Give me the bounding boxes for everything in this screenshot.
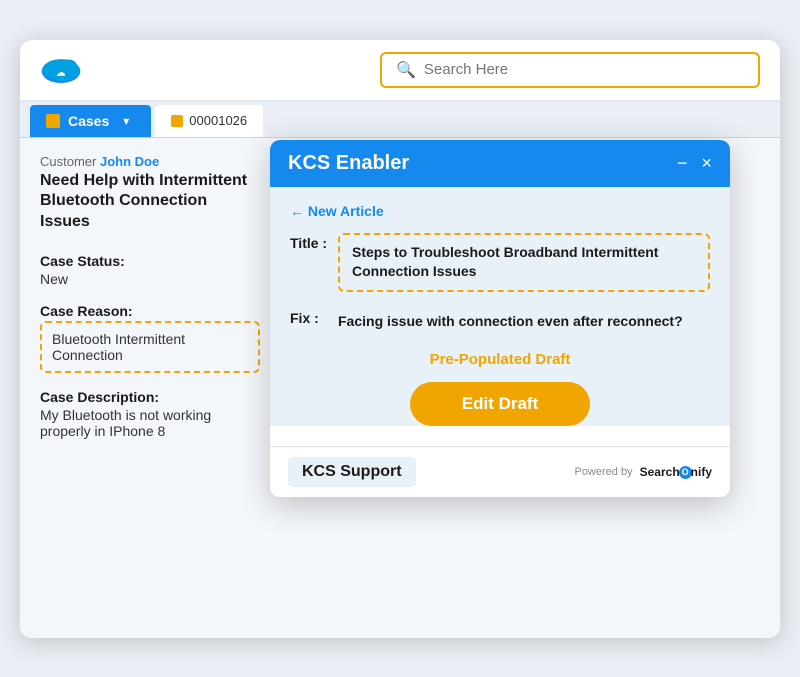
tab-bar: Cases ▾ 00001026 [20, 101, 780, 138]
kcs-modal-title: KCS Enabler [288, 152, 409, 175]
case-status-label: Case Status: [40, 253, 260, 269]
cases-tab-icon [46, 114, 60, 128]
main-window: ☁ 🔍 Cases ▾ 00001026 Customer John Doe N… [20, 40, 780, 638]
back-link-label: ← New Article [290, 203, 384, 219]
case-reason-label: Case Reason: [40, 303, 260, 319]
kcs-fix-value: Facing issue with connection even after … [338, 308, 710, 336]
kcs-modal-footer: KCS Support Powered by SearchOnify [270, 446, 730, 497]
left-panel: Customer John Doe Need Help with Intermi… [40, 154, 280, 622]
case-status-value: New [40, 271, 260, 287]
customer-label-text: Customer [40, 154, 96, 169]
kcs-modal-header: KCS Enabler − × [270, 140, 730, 187]
kcs-modal-body: ← New Article Title : Steps to Troublesh… [270, 187, 730, 427]
kcs-title-field-row: Title : Steps to Troubleshoot Broadband … [290, 233, 710, 292]
edit-draft-button[interactable]: Edit Draft [410, 382, 590, 426]
search-icon: 🔍 [396, 60, 416, 80]
brand-search: Search [640, 465, 680, 479]
svg-text:☁: ☁ [56, 67, 65, 77]
case-number-icon [171, 115, 183, 127]
kcs-title-value: Steps to Troubleshoot Broadband Intermit… [338, 233, 710, 292]
search-bar[interactable]: 🔍 [380, 52, 760, 88]
tab-case-number[interactable]: 00001026 [155, 105, 263, 137]
kcs-close-button[interactable]: × [701, 154, 712, 172]
customer-label: Customer John Doe [40, 154, 260, 169]
case-description-label: Case Description: [40, 389, 260, 405]
cases-tab-dropdown[interactable]: ▾ [117, 114, 135, 128]
search-input[interactable] [424, 61, 744, 78]
case-number-label: 00001026 [189, 113, 247, 128]
kcs-minimize-button[interactable]: − [677, 154, 688, 172]
kcs-title-key: Title : [290, 235, 328, 251]
brand-nify: nify [691, 465, 712, 479]
pre-populated-label: Pre-Populated Draft [290, 351, 710, 368]
kcs-modal: KCS Enabler − × ← New Article Title : St… [270, 140, 730, 498]
cases-tab-label: Cases [68, 113, 109, 129]
powered-by-text: Powered by [574, 466, 632, 478]
brand-name: SearchOnify [640, 465, 712, 479]
back-link[interactable]: ← New Article [290, 203, 710, 219]
header: ☁ 🔍 [20, 40, 780, 101]
tab-cases[interactable]: Cases ▾ [30, 105, 151, 137]
case-reason-value: Bluetooth Intermittent Connection [40, 321, 260, 373]
powered-by: Powered by SearchOnify [574, 465, 712, 479]
case-description-value: My Bluetooth is not working properly in … [40, 407, 260, 439]
kcs-fix-field-row: Fix : Facing issue with connection even … [290, 308, 710, 336]
case-title: Need Help with Intermittent Bluetooth Co… [40, 171, 260, 233]
salesforce-logo: ☁ [40, 55, 82, 85]
kcs-modal-controls: − × [677, 154, 712, 172]
kcs-fix-key: Fix : [290, 310, 328, 326]
kcs-support-label: KCS Support [288, 457, 416, 487]
customer-name: John Doe [100, 154, 159, 169]
